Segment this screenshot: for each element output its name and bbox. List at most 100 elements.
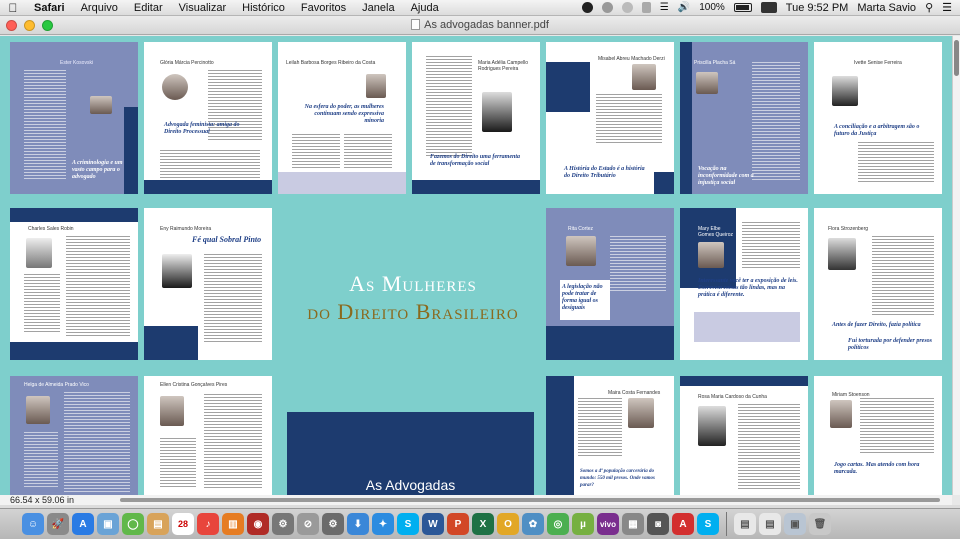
page-footer-band	[10, 342, 138, 360]
status-menus: ☰ 🔊 100% Tue 9:52 PM Marta Savio ⚲ ☰	[581, 1, 960, 14]
page-quote: Advogada feminista: amiga do Direito Pro…	[164, 122, 240, 135]
skype-icon[interactable]: S	[397, 513, 419, 535]
author-photo	[698, 242, 724, 268]
trash-icon[interactable]: 🗑	[809, 513, 831, 535]
page-accent-block	[546, 62, 590, 112]
page-accent-block	[654, 172, 674, 194]
banner-title-line1: As Mulheres	[349, 271, 477, 296]
word-icon[interactable]: W	[422, 513, 444, 535]
excel-icon[interactable]: X	[472, 513, 494, 535]
author-photo	[632, 64, 656, 90]
menu-janela[interactable]: Janela	[354, 2, 402, 14]
chrome-icon[interactable]: ◎	[547, 513, 569, 535]
wifi-icon[interactable]: ☰	[660, 2, 669, 13]
lock-icon[interactable]	[641, 2, 651, 13]
horizontal-scrollbar[interactable]	[110, 495, 952, 505]
page-body-text	[596, 94, 662, 144]
messages-icon[interactable]: ◯	[122, 513, 144, 535]
battery-icon[interactable]	[733, 3, 752, 12]
vertical-scroll-thumb[interactable]	[954, 40, 959, 76]
menu-visualizar[interactable]: Visualizar	[171, 2, 235, 14]
vivo-icon[interactable]: vivo	[597, 513, 619, 535]
menu-editar[interactable]: Editar	[126, 2, 171, 14]
finder-icon[interactable]: ☺	[22, 513, 44, 535]
banner-title: As Mulheres do Direito Brasileiro	[278, 271, 548, 325]
notification-center-icon[interactable]: ☰	[942, 1, 952, 14]
dock: ☺ 🚀 A ▣ ◯ ▤ 28 ♪ ▥ ◉ ⚙ ⊘ ⚙ ⬇ ✦ S W P X O…	[0, 508, 960, 539]
page-accent-stripe	[124, 107, 138, 194]
page-author-name: Helga de Almeida Prado Vico	[24, 382, 89, 388]
page-body-text	[872, 236, 934, 316]
apple-menu-icon[interactable]: 	[0, 1, 26, 15]
screenshot-icon[interactable]: ▦	[622, 513, 644, 535]
menu-app-safari[interactable]: Safari	[26, 2, 73, 14]
page-quote: Antes de fazer Direito, fazia política	[832, 322, 921, 328]
record-icon[interactable]	[601, 2, 613, 13]
page-body-text	[738, 404, 800, 490]
outlook-icon[interactable]: O	[497, 513, 519, 535]
pdf-viewport[interactable]: Ester Kosovski A criminologia e um vasto…	[0, 36, 952, 495]
scrobble-icon[interactable]	[581, 2, 593, 13]
dock-separator	[726, 512, 727, 536]
page-ester-kosovski: Ester Kosovski A criminologia e um vasto…	[10, 42, 138, 194]
camera-icon[interactable]: ◙	[647, 513, 669, 535]
calendar-icon[interactable]: 28	[172, 513, 194, 535]
appstore-icon[interactable]: A	[72, 513, 94, 535]
user-name[interactable]: Marta Savio	[857, 2, 916, 14]
photos-icon[interactable]: ✿	[522, 513, 544, 535]
page-footer-band	[546, 326, 674, 360]
time-machine-icon[interactable]	[621, 2, 633, 13]
notes-icon[interactable]: ▤	[147, 513, 169, 535]
acrobat-icon[interactable]: A	[672, 513, 694, 535]
window-title-text: As advogadas banner.pdf	[424, 19, 549, 31]
author-photo	[162, 74, 188, 100]
author-photo	[162, 254, 192, 288]
menu-arquivo[interactable]: Arquivo	[73, 2, 126, 14]
author-photo	[26, 396, 50, 424]
window-title: As advogadas banner.pdf	[0, 19, 960, 31]
utorrent-icon[interactable]: µ	[572, 513, 594, 535]
page-body-text	[610, 236, 666, 292]
volume-icon[interactable]: 🔊	[678, 2, 690, 13]
author-photo	[832, 76, 858, 106]
ibooks-icon[interactable]: ▥	[222, 513, 244, 535]
system-settings-icon[interactable]: ⚙	[272, 513, 294, 535]
page-body-text	[742, 222, 800, 268]
skype2-icon[interactable]: S	[697, 513, 719, 535]
launchpad-icon[interactable]: 🚀	[47, 513, 69, 535]
page-author-name: Rosa Maria Cardoso da Cunha	[698, 394, 767, 400]
page-footer-band	[412, 180, 540, 194]
page-quote-secondary: Fui torturada por defender presos políti…	[848, 338, 933, 351]
menu-favoritos[interactable]: Favoritos	[293, 2, 354, 14]
page-author-name: Rita Cortez	[568, 226, 594, 232]
spotlight-icon[interactable]: ⚲	[925, 1, 933, 14]
menu-bar:  Safari Arquivo Editar Visualizar Histó…	[0, 0, 960, 16]
download-icon[interactable]: ⬇	[347, 513, 369, 535]
preview-icon[interactable]: ▣	[97, 513, 119, 535]
folder-icon[interactable]: ▣	[784, 513, 806, 535]
page-ellen-pires: Ellen Cristina Gonçalves Pires	[144, 376, 272, 495]
page-quote: Fazemos do Direito uma ferramenta de tra…	[430, 154, 521, 167]
page-footer-band	[278, 172, 406, 194]
safari-icon[interactable]: ✦	[372, 513, 394, 535]
cancel-icon[interactable]: ⊘	[297, 513, 319, 535]
page-maria-adelia: Maria Adélia Campello Rodrigues Pereira …	[412, 42, 540, 194]
author-photo	[698, 406, 726, 446]
clock[interactable]: Tue 9:52 PM	[786, 2, 849, 14]
horizontal-scroll-thumb[interactable]	[120, 498, 940, 502]
photobooth-icon[interactable]: ◉	[247, 513, 269, 535]
document2-icon[interactable]: ▤	[759, 513, 781, 535]
document-icon[interactable]: ▤	[734, 513, 756, 535]
page-priscilla-placha-sa: Priscilla Placha Sá Vocação na inconform…	[680, 42, 808, 194]
preferences-icon[interactable]: ⚙	[322, 513, 344, 535]
powerpoint-icon[interactable]: P	[447, 513, 469, 535]
author-photo	[26, 238, 52, 268]
vertical-scrollbar[interactable]	[952, 36, 960, 495]
page-author-name: Ivette Senise Ferreira	[854, 60, 902, 66]
menu-historico[interactable]: Histórico	[234, 2, 293, 14]
menu-ajuda[interactable]: Ajuda	[403, 2, 447, 14]
page-flora-strozenberg: Flora Strozenberg Antes de fazer Direito…	[814, 208, 942, 360]
itunes-icon[interactable]: ♪	[197, 513, 219, 535]
page-body-text	[66, 236, 130, 336]
flag-icon[interactable]	[760, 2, 777, 13]
